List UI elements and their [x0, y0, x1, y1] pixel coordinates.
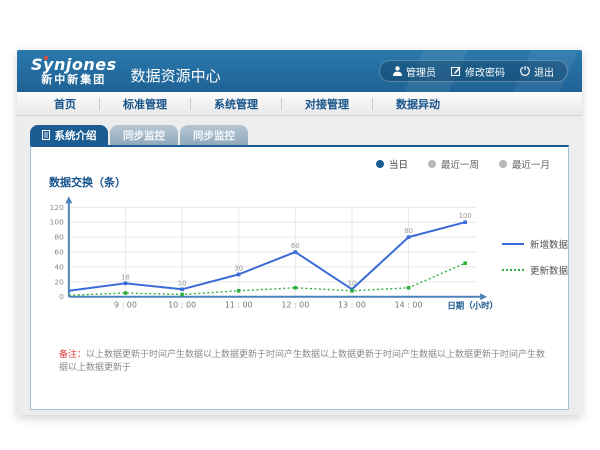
change-password-button[interactable]: 修改密码 — [451, 64, 505, 79]
svg-text:60: 60 — [54, 248, 64, 257]
footnote-text: 以上数据更新于时间产生数据以上数据更新于时间产生数据以上数据更新于时间产生数据以… — [59, 350, 545, 373]
time-range-filter: 当日 最近一周 最近一月 — [31, 147, 568, 171]
chart-panel: 当日 最近一周 最近一月 数据交换（条） 0 20 40 60 80 100 120 9 : … — [30, 145, 569, 410]
svg-text:10: 10 — [178, 279, 187, 287]
company-logo: Synjones 新中新集团 — [31, 57, 117, 85]
footnote-label: 备注： — [59, 350, 86, 360]
svg-text:日期（小时）: 日期（小时） — [447, 301, 498, 311]
radio-selected-icon — [376, 160, 384, 168]
svg-text:12 : 00: 12 : 00 — [281, 301, 309, 310]
legend-label: 新增数据 — [530, 237, 568, 251]
nav-item-interface-mgmt[interactable]: 对接管理 — [282, 96, 372, 112]
svg-text:100: 100 — [459, 212, 472, 220]
nav-item-system-mgmt[interactable]: 系统管理 — [191, 96, 281, 112]
line-chart: 0 20 40 60 80 100 120 9 : 00 10 : 00 11 : 00 12 : … — [45, 191, 498, 321]
svg-text:80: 80 — [54, 233, 64, 242]
edit-icon — [451, 66, 461, 76]
logo-accent-dot — [44, 56, 48, 60]
svg-text:80: 80 — [404, 227, 413, 235]
svg-text:100: 100 — [50, 218, 64, 227]
tab-label: 同步监控 — [123, 128, 165, 143]
svg-text:120: 120 — [50, 203, 64, 212]
filter-label: 当日 — [389, 157, 408, 171]
change-password-label: 修改密码 — [465, 64, 505, 79]
legend-item-update-data: 更新数据 — [502, 263, 568, 277]
filter-option-today[interactable]: 当日 — [376, 157, 408, 171]
tab-label: 系统介绍 — [55, 128, 97, 143]
solid-line-icon — [502, 243, 524, 245]
nav-item-home[interactable]: 首页 — [31, 96, 99, 112]
user-menu: 管理员 修改密码 退出 — [379, 60, 568, 82]
nav-item-standard-mgmt[interactable]: 标准管理 — [100, 96, 190, 112]
filter-option-last-month[interactable]: 最近一月 — [499, 157, 550, 171]
main-nav: 首页 标准管理 系统管理 对接管理 数据异动 — [17, 92, 582, 116]
tab-bar: 系统介绍 同步监控 同步监控 — [30, 125, 569, 145]
nav-item-data-change[interactable]: 数据异动 — [373, 96, 463, 112]
svg-text:20: 20 — [54, 277, 64, 286]
svg-text:0: 0 — [59, 292, 64, 301]
svg-text:30: 30 — [234, 264, 243, 272]
logout-label: 退出 — [534, 64, 554, 79]
svg-text:13 : 00: 13 : 00 — [338, 301, 366, 310]
current-user[interactable]: 管理员 — [393, 64, 436, 79]
content-area: 系统介绍 同步监控 同步监控 当日 最近一周 — [17, 116, 582, 410]
page-title: 数据资源中心 — [131, 57, 221, 86]
chart-y-axis-title: 数据交换（条） — [49, 174, 568, 190]
power-icon — [520, 66, 530, 76]
logo-company-text: 新中新集团 — [41, 74, 106, 86]
svg-text:14 : 00: 14 : 00 — [395, 301, 423, 310]
tab-label: 同步监控 — [193, 128, 235, 143]
radio-unselected-icon — [499, 160, 507, 168]
filter-label: 最近一月 — [512, 157, 550, 171]
current-user-label: 管理员 — [406, 64, 436, 79]
chart-legend: 新增数据 更新数据 — [502, 237, 568, 321]
header-bar: Synjones 新中新集团 数据资源中心 管理员 修改密码 退出 — [17, 50, 582, 92]
chart-container: 0 20 40 60 80 100 120 9 : 00 10 : 00 11 : 00 12 : … — [31, 191, 568, 321]
radio-unselected-icon — [428, 160, 436, 168]
document-icon — [42, 130, 50, 140]
svg-text:10: 10 — [348, 279, 357, 287]
legend-item-new-data: 新增数据 — [502, 237, 568, 251]
app-window: Synjones 新中新集团 数据资源中心 管理员 修改密码 退出 首页 标准管… — [17, 50, 582, 415]
svg-text:18: 18 — [121, 273, 130, 281]
svg-text:40: 40 — [54, 262, 64, 271]
user-icon — [393, 66, 402, 76]
dotted-line-icon — [502, 269, 524, 271]
svg-text:10 : 00: 10 : 00 — [168, 301, 196, 310]
logout-button[interactable]: 退出 — [520, 64, 554, 79]
filter-option-last-week[interactable]: 最近一周 — [428, 157, 479, 171]
tab-sync-monitor-2[interactable]: 同步监控 — [180, 125, 248, 145]
tab-sync-monitor-1[interactable]: 同步监控 — [110, 125, 178, 145]
tab-system-intro[interactable]: 系统介绍 — [30, 125, 108, 145]
svg-text:11 : 00: 11 : 00 — [225, 301, 253, 310]
footnote: 备注：以上数据更新于时间产生数据以上数据更新于时间产生数据以上数据更新于时间产生… — [59, 347, 568, 373]
svg-text:9 : 00: 9 : 00 — [114, 301, 137, 310]
filter-label: 最近一周 — [441, 157, 479, 171]
legend-label: 更新数据 — [530, 263, 568, 277]
svg-text:60: 60 — [291, 242, 300, 250]
